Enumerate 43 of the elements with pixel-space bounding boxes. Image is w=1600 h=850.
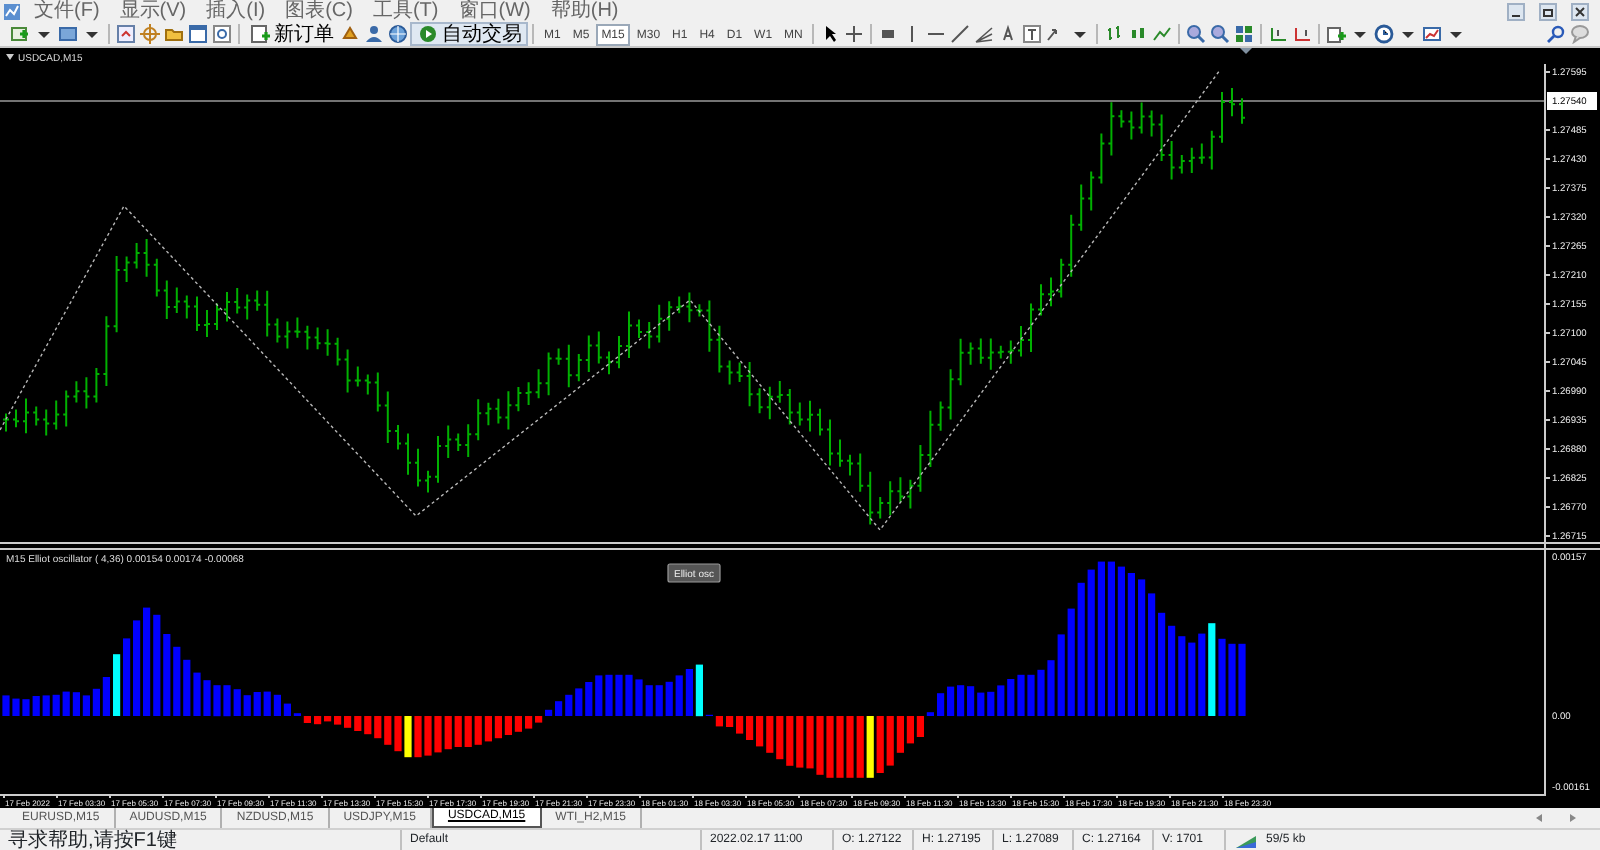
text-icon[interactable] [998,24,1019,44]
bar-chart-icon[interactable] [1104,24,1125,44]
restore-icon[interactable] [1538,1,1558,21]
indicator-button[interactable] [667,563,721,583]
shift-marker-icon[interactable] [1240,48,1252,54]
crosshair-icon[interactable] [140,24,160,44]
play-icon [418,24,438,44]
trendline-icon[interactable] [950,24,971,44]
window-icon[interactable] [188,24,208,44]
menu-item[interactable]: 显示(V) [109,0,197,22]
folder-icon[interactable] [164,24,184,44]
tile-windows-icon[interactable] [1234,24,1255,44]
zoom-in-icon[interactable] [1186,24,1207,44]
label-icon[interactable] [1022,24,1043,44]
menu-item[interactable]: 图表(C) [275,0,363,22]
candlestick-icon[interactable] [1128,24,1149,44]
collapse-icon[interactable] [6,54,14,60]
globe-icon[interactable] [388,24,408,44]
menu-item[interactable]: 帮助(H) [540,0,629,22]
search-icon[interactable] [1546,24,1566,44]
person-icon[interactable] [364,24,384,44]
close-icon[interactable] [1570,1,1590,21]
current-price-tag [1547,92,1597,110]
rectangle-icon[interactable] [878,24,899,44]
status-help: 寻求帮助,请按F1键 [6,829,179,850]
template-icon[interactable] [1422,24,1443,44]
connection-bars-icon [1236,830,1256,850]
crosshair-icon[interactable] [844,24,865,44]
autotrading-button[interactable]: 自动交易 [410,22,528,46]
new-order-button[interactable]: 新订单 [244,22,338,46]
indicators-icon[interactable] [1326,24,1347,44]
fan-icon[interactable] [974,24,995,44]
zoom-out-icon[interactable] [1210,24,1231,44]
app-icon [2,1,22,21]
new-chart-icon[interactable] [10,24,30,44]
cursor-icon[interactable] [820,24,841,44]
menu-item[interactable]: 工具(T) [362,0,449,22]
minimize-icon[interactable] [1506,1,1526,21]
window-icon[interactable] [58,24,78,44]
line-chart-icon[interactable] [1152,24,1173,44]
plus-icon [250,24,270,44]
clock-icon[interactable] [1374,24,1395,44]
menu-item[interactable]: 插入(I) [196,0,276,22]
